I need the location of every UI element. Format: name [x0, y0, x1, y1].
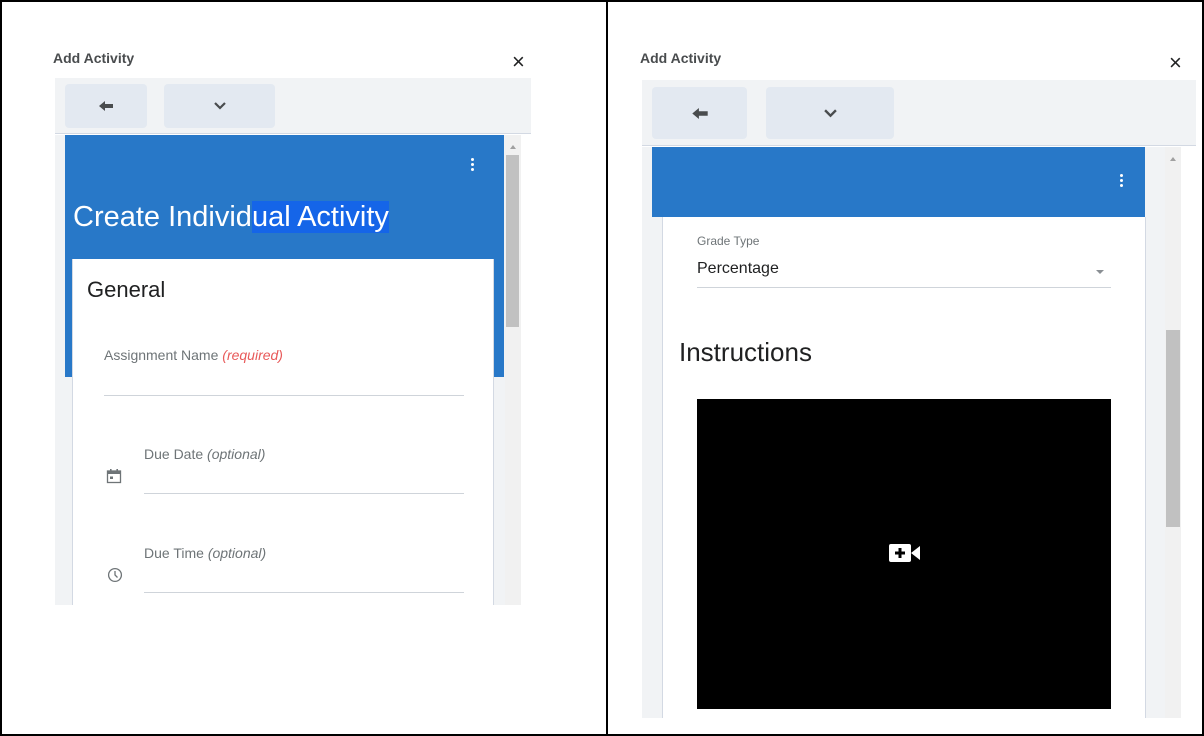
screenshot-frame: Add Activity × Create Individual Activit…: [0, 0, 1204, 736]
frame-border: [0, 0, 1204, 736]
